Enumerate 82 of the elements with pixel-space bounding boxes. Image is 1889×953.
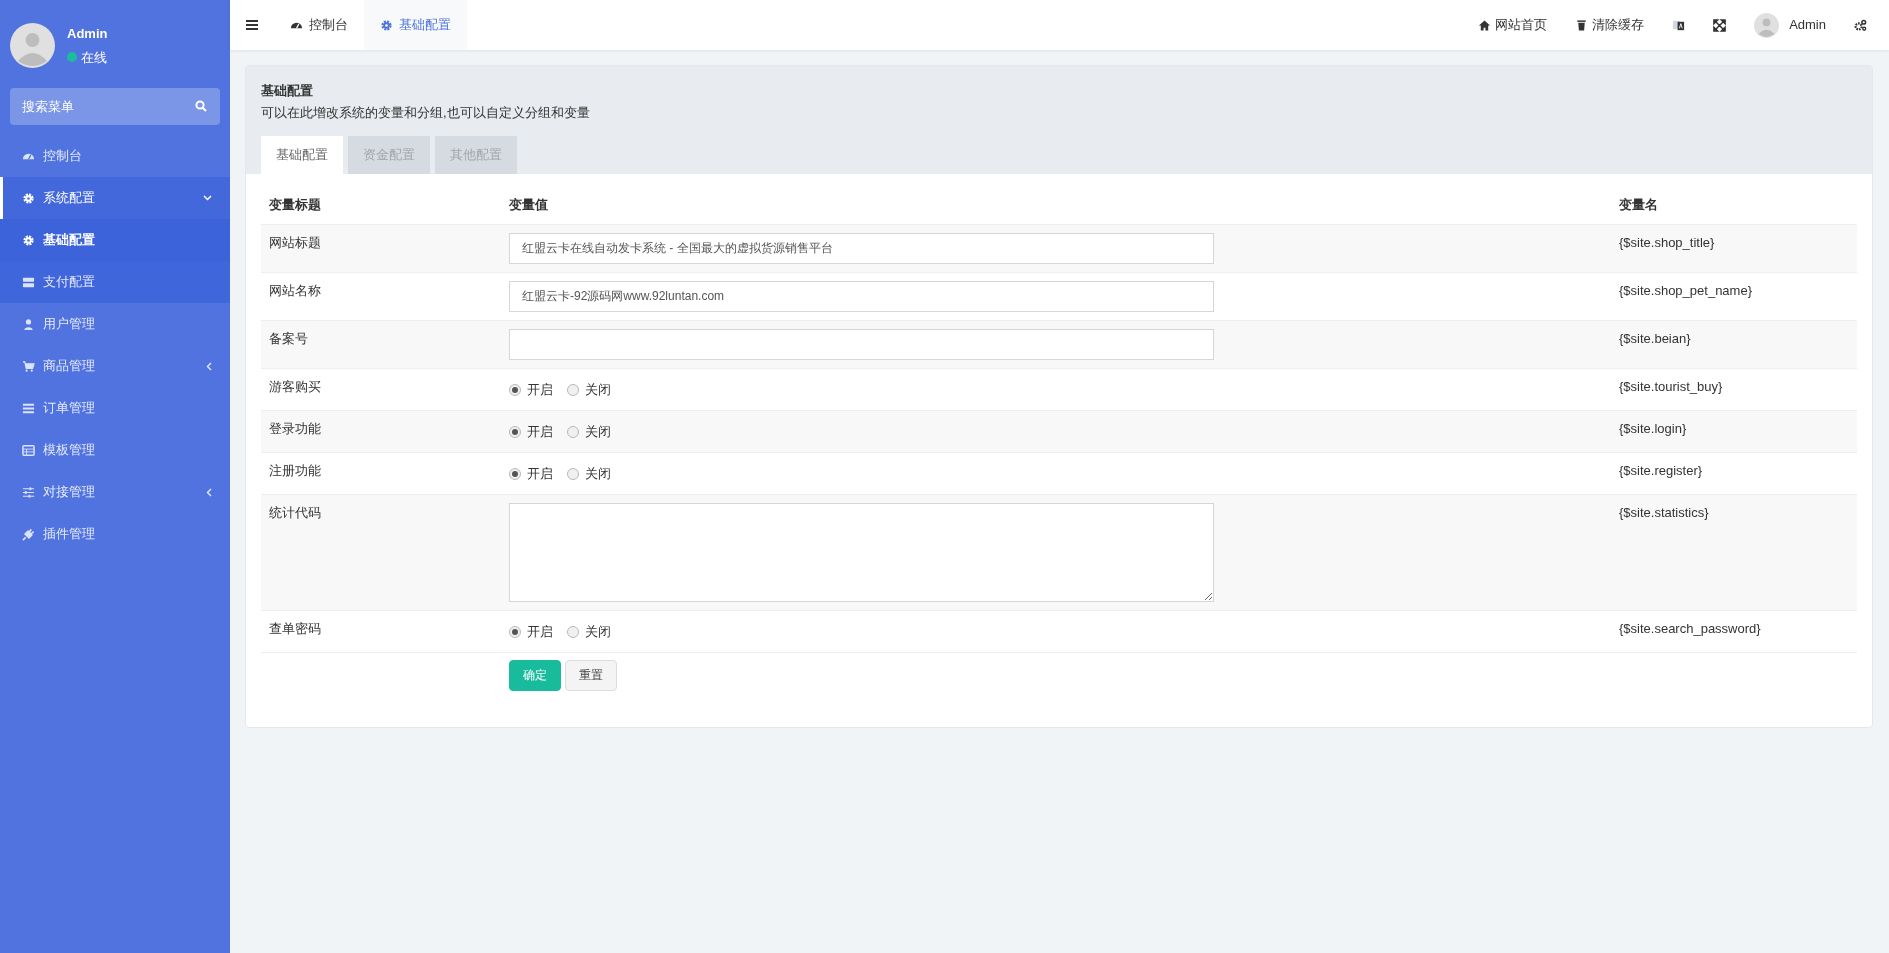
gear-icon [22, 191, 35, 205]
page-tab[interactable]: 基础配置 [364, 0, 467, 50]
sliders-icon [22, 485, 35, 499]
chevron-left-icon [206, 487, 212, 497]
radio-option[interactable]: 开启 [509, 463, 553, 484]
field-label: 统计代码 [269, 504, 321, 520]
field-label: 网站名称 [269, 282, 321, 298]
text-input-field[interactable]: 红盟云卡在线自动发卡系统 - 全国最大的虚拟货源销售平台 [509, 232, 1214, 264]
column-header: 变量标题 [269, 197, 321, 212]
variable-name: {$site.statistics} [1619, 504, 1709, 520]
variable-name: {$site.tourist_buy} [1619, 378, 1723, 394]
user-name: Admin [67, 25, 108, 43]
field-label: 备案号 [269, 330, 308, 346]
radio-button[interactable] [509, 383, 521, 396]
user-menu[interactable]: Admin [1740, 12, 1840, 38]
variable-name: {$site.login} [1619, 420, 1687, 436]
field-label: 网站标题 [269, 234, 321, 250]
home-icon [1478, 18, 1492, 32]
field-label: 注册功能 [269, 462, 321, 478]
sidebar-menu-item[interactable]: 控制台 [0, 135, 230, 177]
server-icon [22, 275, 35, 289]
sidebar-menu-item[interactable]: 系统配置 [0, 177, 230, 219]
sidebar-menu-item[interactable]: 对接管理 [0, 471, 230, 513]
sidebar-menu-item[interactable]: 插件管理 [0, 513, 230, 555]
trash-icon [1575, 18, 1589, 32]
field-label: 查单密码 [269, 620, 321, 636]
avatar-icon [10, 23, 55, 68]
search-icon [195, 100, 207, 112]
field-label: 登录功能 [269, 420, 321, 436]
expand-icon [1713, 18, 1727, 32]
text-input-field[interactable] [509, 328, 1214, 360]
field-label: 游客购买 [269, 378, 321, 394]
radio-button[interactable] [567, 425, 579, 438]
config-tab[interactable]: 基础配置 [261, 136, 343, 174]
sidebar-menu-item[interactable]: 用户管理 [0, 303, 230, 345]
gear-icon [22, 233, 35, 247]
radio-button[interactable] [567, 383, 579, 396]
radio-option[interactable]: 开启 [509, 421, 553, 442]
online-status-icon [67, 52, 77, 63]
avatar-icon [1754, 12, 1780, 38]
top-nav-link[interactable]: 网站首页 [1464, 15, 1562, 35]
menu-icon [246, 20, 258, 30]
sidebar-menu-item[interactable]: 基础配置 [0, 219, 230, 261]
radio-option[interactable]: 关闭 [567, 379, 611, 400]
list-icon [22, 401, 35, 415]
text-input-field[interactable]: 红盟云卡-92源码网www.92luntan.com [509, 280, 1214, 312]
variable-name: {$site.search_password} [1619, 620, 1761, 636]
gear-icon [380, 18, 393, 32]
chevron-down-icon [203, 195, 212, 201]
gears-icon [1854, 18, 1867, 32]
plug-icon [22, 527, 35, 541]
radio-option[interactable]: 关闭 [567, 463, 611, 484]
table-icon [22, 443, 35, 457]
reset-button[interactable]: 重置 [565, 659, 617, 691]
chevron-left-icon [206, 361, 212, 371]
panel-subtitle: 可以在此增改系统的变量和分组,也可以自定义分组和变量 [261, 103, 591, 122]
column-header: 变量值 [509, 197, 548, 212]
sidebar-menu-item[interactable]: 支付配置 [0, 261, 230, 303]
user-status: 在线 [81, 48, 107, 67]
radio-option[interactable]: 关闭 [567, 621, 611, 642]
sidebar-menu-item[interactable]: 商品管理 [0, 345, 230, 387]
sidebar-menu-item[interactable]: 模板管理 [0, 429, 230, 471]
panel-title: 基础配置 [261, 82, 314, 100]
radio-option[interactable]: 关闭 [567, 421, 611, 442]
page-tab[interactable]: 控制台 [274, 0, 364, 50]
radio-button[interactable] [509, 625, 521, 638]
cart-icon [22, 359, 35, 373]
sidebar-menu-item[interactable]: 订单管理 [0, 387, 230, 429]
column-header: 变量名 [1619, 197, 1658, 212]
variable-name: {$site.beian} [1619, 330, 1691, 346]
radio-button[interactable] [567, 467, 579, 480]
radio-option[interactable]: 开启 [509, 621, 553, 642]
radio-button[interactable] [509, 425, 521, 438]
variable-name: {$site.register} [1619, 462, 1703, 478]
user-icon [22, 317, 35, 331]
translate-icon [1672, 18, 1686, 32]
radio-button[interactable] [567, 625, 579, 638]
variable-name: {$site.shop_title} [1619, 234, 1715, 250]
top-nav-link[interactable]: 清除缓存 [1561, 15, 1659, 35]
radio-button[interactable] [509, 467, 521, 480]
radio-option[interactable]: 开启 [509, 379, 553, 400]
variable-name: {$site.shop_pet_name} [1619, 282, 1752, 298]
